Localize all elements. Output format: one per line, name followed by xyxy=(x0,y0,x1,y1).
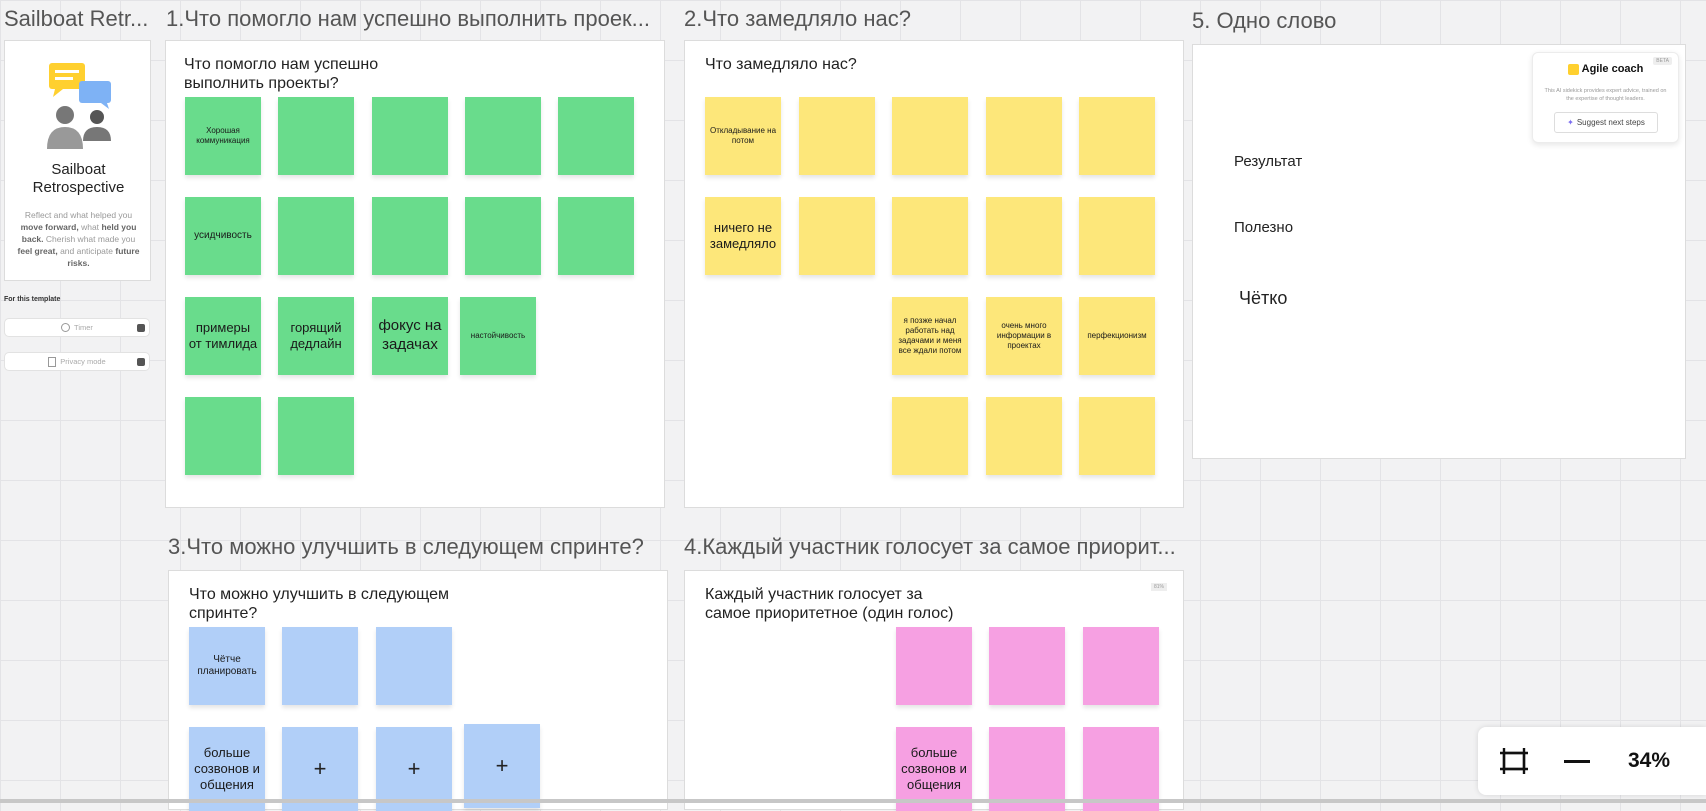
word-item[interactable]: Полезно xyxy=(1234,219,1293,236)
sticky-note[interactable] xyxy=(282,627,358,705)
add-note-button[interactable]: + xyxy=(464,724,540,808)
chat-people-illustration xyxy=(47,63,111,149)
sticky-note[interactable]: очень много информации в проектах xyxy=(986,297,1062,375)
template-name: Sailboat Retrospective xyxy=(32,161,125,196)
sticky-note[interactable] xyxy=(892,97,968,175)
zoom-level[interactable]: 34% xyxy=(1628,749,1670,773)
sticky-note[interactable] xyxy=(558,197,634,275)
timer-toggle[interactable] xyxy=(137,324,145,332)
sticky-note[interactable] xyxy=(278,97,354,175)
sticky-note[interactable]: горящий дедлайн xyxy=(278,297,354,375)
sticky-note[interactable] xyxy=(278,397,354,475)
sticky-note[interactable] xyxy=(986,397,1062,475)
sticky-note[interactable] xyxy=(465,197,541,275)
frame3-heading: Что можно улучшить в следующем спринте? xyxy=(189,586,450,622)
sticky-note[interactable] xyxy=(896,627,972,705)
sticky-note[interactable]: настойчивость xyxy=(460,297,536,375)
template-description: Reflect and what helped you move forward… xyxy=(17,210,140,268)
sticky-note[interactable]: Откладывание на потом xyxy=(705,97,781,175)
sticky-note[interactable] xyxy=(185,397,261,475)
sticky-note[interactable] xyxy=(1079,397,1155,475)
agile-coach-title: Agile coach xyxy=(1533,63,1678,75)
frame2-heading: Что замедляло нас? xyxy=(705,56,857,73)
sticky-note[interactable] xyxy=(372,97,448,175)
sticky-note[interactable]: усидчивость xyxy=(185,197,261,275)
frame4-board[interactable]: 81% Каждый участник голосует за самое при… xyxy=(684,570,1184,811)
agile-coach-icon xyxy=(1567,63,1579,75)
frame1-title[interactable]: 1.Что помогло нам успешно выполнить прое… xyxy=(166,6,656,32)
sticky-note[interactable]: перфекционизм xyxy=(1079,297,1155,375)
sticky-note[interactable] xyxy=(892,397,968,475)
sticky-note[interactable] xyxy=(986,97,1062,175)
frame3-title[interactable]: 3.Что можно улучшить в следующем спринте… xyxy=(168,534,668,560)
privacy-mode-option[interactable]: Privacy mode xyxy=(4,352,150,371)
sticky-note[interactable]: примеры от тимлида xyxy=(185,297,261,375)
sticky-note[interactable]: фокус на задачах xyxy=(372,297,448,375)
timer-option[interactable]: Timer xyxy=(4,318,150,337)
sticky-note[interactable] xyxy=(558,97,634,175)
sticky-note[interactable] xyxy=(799,197,875,275)
template-frame-title[interactable]: Sailboat Retr... xyxy=(4,6,150,32)
sticky-note[interactable] xyxy=(1079,97,1155,175)
sticky-note[interactable] xyxy=(376,627,452,705)
frame5-title[interactable]: 5. Одно слово xyxy=(1192,8,1492,34)
agile-coach-panel[interactable]: BETA Agile coach This AI sidekick provid… xyxy=(1532,52,1679,143)
agile-coach-description: This AI sidekick provides expert advice,… xyxy=(1544,88,1667,102)
horizontal-scrollbar[interactable] xyxy=(0,799,1706,803)
frame3-board[interactable]: Что можно улучшить в следующем спринте? Ч… xyxy=(168,570,668,811)
sticky-note[interactable] xyxy=(892,197,968,275)
word-item[interactable]: Чётко xyxy=(1239,288,1287,309)
for-this-template-label: For this template xyxy=(4,296,61,303)
frame4-heading: Каждый участник голосует за самое приорит… xyxy=(705,586,954,622)
frame2-board[interactable]: Что замедляло нас? Откладывание на потом… xyxy=(684,40,1184,508)
privacy-toggle[interactable] xyxy=(137,358,145,366)
privacy-icon xyxy=(48,356,57,367)
template-card[interactable]: Sailboat Retrospective Reflect and what h… xyxy=(4,40,151,281)
privacy-label: Privacy mode xyxy=(60,357,106,366)
sparkle-icon: ✦ xyxy=(1567,118,1574,127)
sticky-note[interactable] xyxy=(799,97,875,175)
fit-to-screen-icon[interactable] xyxy=(1498,745,1530,777)
frame1-heading: Что помогло нам успешно выполнить проекты… xyxy=(184,56,379,92)
frame2-title[interactable]: 2.Что замедляло нас? xyxy=(684,6,1084,32)
frame4-title[interactable]: 4.Каждый участник голосует за самое прио… xyxy=(684,534,1184,560)
sticky-note[interactable]: Хорошая коммуникация xyxy=(185,97,261,175)
sticky-note[interactable] xyxy=(465,97,541,175)
sticky-note[interactable] xyxy=(372,197,448,275)
sticky-note[interactable]: ничего не замедляло xyxy=(705,197,781,275)
frame4-badge: 81% xyxy=(1150,583,1167,591)
frame1-board[interactable]: Что помогло нам успешно выполнить проекты… xyxy=(165,40,665,508)
sticky-note[interactable]: Чётче планировать xyxy=(189,627,265,705)
sticky-note[interactable] xyxy=(1079,197,1155,275)
timer-label: Timer xyxy=(74,323,93,332)
word-item[interactable]: Результат xyxy=(1234,153,1302,170)
zoom-controls: 34% xyxy=(1478,727,1706,795)
suggest-next-steps-button[interactable]: ✦ Suggest next steps xyxy=(1554,112,1658,133)
sticky-note[interactable]: я позже начал работать над задачами и ме… xyxy=(892,297,968,375)
sticky-note[interactable] xyxy=(278,197,354,275)
clock-icon xyxy=(61,323,71,332)
sticky-note[interactable] xyxy=(1083,627,1159,705)
sticky-note[interactable] xyxy=(986,197,1062,275)
zoom-out-button[interactable] xyxy=(1564,760,1590,763)
sticky-note[interactable] xyxy=(989,627,1065,705)
